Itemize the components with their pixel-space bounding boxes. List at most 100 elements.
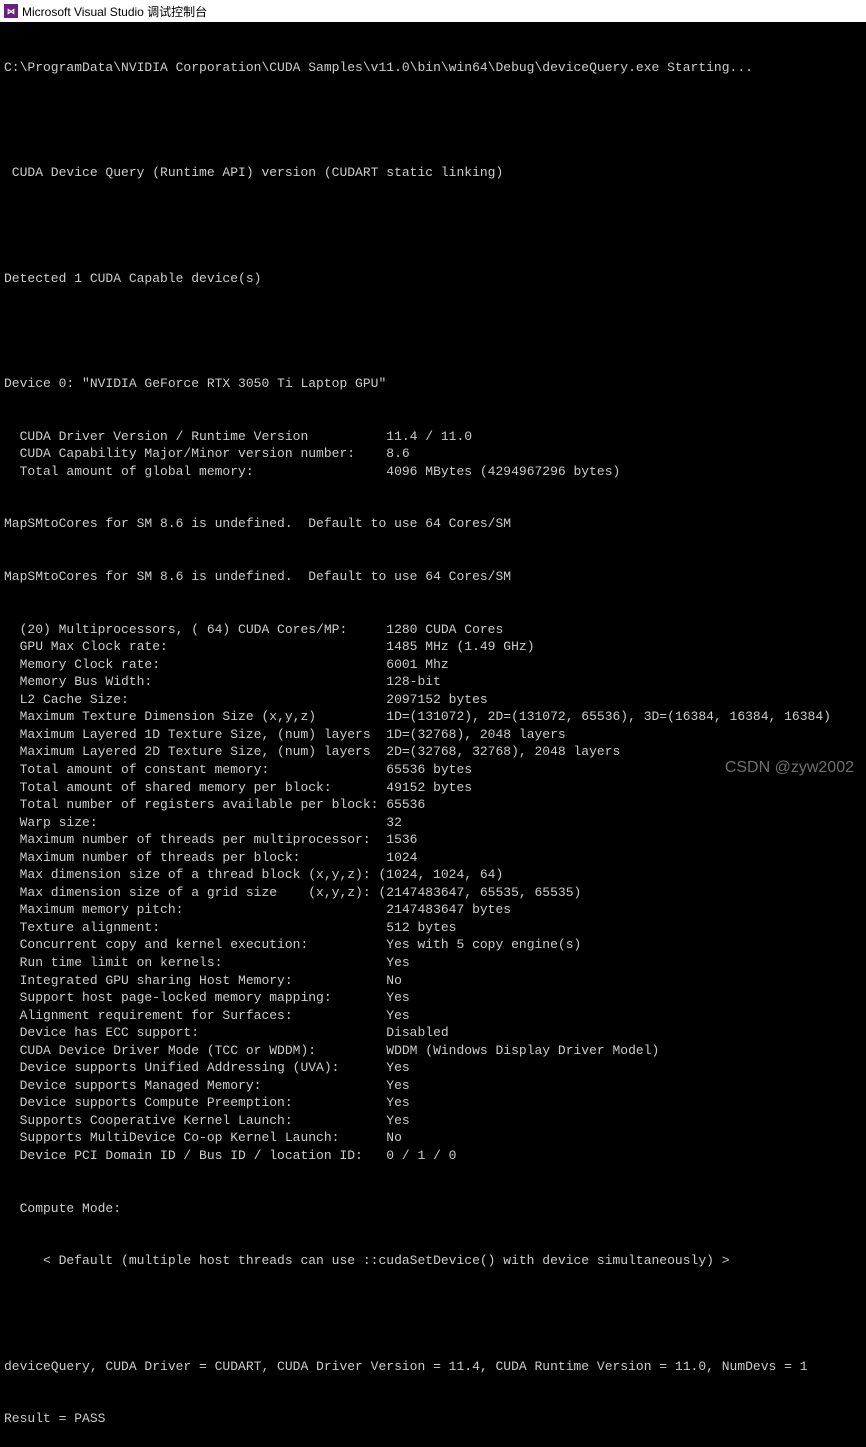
watermark: CSDN @zyw2002 — [725, 759, 854, 777]
detected-line: Detected 1 CUDA Capable device(s) — [4, 270, 862, 288]
property-row: Device supports Unified Addressing (UVA)… — [4, 1059, 862, 1077]
property-row: Maximum number of threads per block: 102… — [4, 849, 862, 867]
vs-icon: ⋈ — [4, 4, 18, 18]
property-key: Device supports Unified Addressing (UVA)… — [4, 1059, 386, 1077]
property-key: Maximum memory pitch: — [4, 901, 386, 919]
property-value: 1536 — [386, 831, 417, 849]
property-key: CUDA Device Driver Mode (TCC or WDDM): — [4, 1042, 386, 1060]
compute-mode-label: Compute Mode: — [4, 1200, 862, 1218]
property-row: Device PCI Domain ID / Bus ID / location… — [4, 1147, 862, 1165]
property-value: Yes — [386, 1112, 409, 1130]
property-key: Memory Bus Width: — [4, 673, 386, 691]
property-key: Total amount of global memory: — [4, 463, 386, 481]
property-key: Device supports Compute Preemption: — [4, 1094, 386, 1112]
property-row: Max dimension size of a thread block (x,… — [4, 866, 862, 884]
property-value: Yes — [386, 954, 409, 972]
property-value: 1D=(32768), 2048 layers — [386, 726, 565, 744]
property-key: Alignment requirement for Surfaces: — [4, 1007, 386, 1025]
property-value: No — [386, 1129, 402, 1147]
property-key: Maximum number of threads per block: — [4, 849, 386, 867]
property-key: Device PCI Domain ID / Bus ID / location… — [4, 1147, 386, 1165]
result-line: Result = PASS — [4, 1410, 862, 1428]
property-value: 8.6 — [386, 445, 409, 463]
property-value: Yes — [386, 1094, 409, 1112]
property-value: Yes with 5 copy engine(s) — [386, 936, 581, 954]
property-value: 65536 bytes — [386, 761, 472, 779]
summary-line: deviceQuery, CUDA Driver = CUDART, CUDA … — [4, 1358, 862, 1376]
property-row: (20) Multiprocessors, ( 64) CUDA Cores/M… — [4, 621, 862, 639]
property-row: Maximum memory pitch: 2147483647 bytes — [4, 901, 862, 919]
property-row: Concurrent copy and kernel execution: Ye… — [4, 936, 862, 954]
blank — [4, 322, 862, 340]
property-row: Total number of registers available per … — [4, 796, 862, 814]
property-value: 1485 MHz (1.49 GHz) — [386, 638, 534, 656]
property-value: 0 / 1 / 0 — [386, 1147, 456, 1165]
blank — [4, 112, 862, 130]
property-key: Maximum Layered 1D Texture Size, (num) l… — [4, 726, 386, 744]
property-row: Device has ECC support: Disabled — [4, 1024, 862, 1042]
property-row: Memory Clock rate: 6001 Mhz — [4, 656, 862, 674]
console-area: C:\ProgramData\NVIDIA Corporation\CUDA S… — [0, 22, 866, 1447]
property-key: Max dimension size of a grid size (x,y,z… — [4, 884, 378, 902]
blank — [4, 217, 862, 235]
property-value: No — [386, 972, 402, 990]
property-value: Yes — [386, 1007, 409, 1025]
property-key: Integrated GPU sharing Host Memory: — [4, 972, 386, 990]
property-key: Supports MultiDevice Co-op Kernel Launch… — [4, 1129, 386, 1147]
property-value: 65536 — [386, 796, 425, 814]
property-row: Max dimension size of a grid size (x,y,z… — [4, 884, 862, 902]
property-value: 49152 bytes — [386, 779, 472, 797]
property-key: Run time limit on kernels: — [4, 954, 386, 972]
property-key: Supports Cooperative Kernel Launch: — [4, 1112, 386, 1130]
header-line: CUDA Device Query (Runtime API) version … — [4, 164, 862, 182]
property-row: Maximum Layered 1D Texture Size, (num) l… — [4, 726, 862, 744]
property-row: Alignment requirement for Surfaces: Yes — [4, 1007, 862, 1025]
property-value: 32 — [386, 814, 402, 832]
warning-line: MapSMtoCores for SM 8.6 is undefined. De… — [4, 515, 862, 533]
warning-line: MapSMtoCores for SM 8.6 is undefined. De… — [4, 568, 862, 586]
property-key: (20) Multiprocessors, ( 64) CUDA Cores/M… — [4, 621, 386, 639]
blank — [4, 1305, 862, 1323]
property-value: WDDM (Windows Display Driver Model) — [386, 1042, 659, 1060]
property-value: Yes — [386, 1059, 409, 1077]
property-row: Run time limit on kernels: Yes — [4, 954, 862, 972]
property-value: 2097152 bytes — [386, 691, 487, 709]
property-key: L2 Cache Size: — [4, 691, 386, 709]
starting-line: C:\ProgramData\NVIDIA Corporation\CUDA S… — [4, 59, 862, 77]
property-key: Total amount of shared memory per block: — [4, 779, 386, 797]
property-row: Support host page-locked memory mapping:… — [4, 989, 862, 1007]
property-block-2: (20) Multiprocessors, ( 64) CUDA Cores/M… — [4, 621, 862, 1165]
property-row: GPU Max Clock rate: 1485 MHz (1.49 GHz) — [4, 638, 862, 656]
property-value: 1D=(131072), 2D=(131072, 65536), 3D=(163… — [386, 708, 831, 726]
property-row: Integrated GPU sharing Host Memory: No — [4, 972, 862, 990]
property-key: GPU Max Clock rate: — [4, 638, 386, 656]
title-bar[interactable]: ⋈ Microsoft Visual Studio 调试控制台 — [0, 0, 866, 22]
property-row: Maximum Texture Dimension Size (x,y,z) 1… — [4, 708, 862, 726]
property-value: Disabled — [386, 1024, 448, 1042]
window-title: Microsoft Visual Studio 调试控制台 — [22, 3, 207, 20]
property-value: 512 bytes — [386, 919, 456, 937]
property-value: 11.4 / 11.0 — [386, 428, 472, 446]
property-row: Device supports Compute Preemption: Yes — [4, 1094, 862, 1112]
property-row: L2 Cache Size: 2097152 bytes — [4, 691, 862, 709]
property-value: 6001 Mhz — [386, 656, 448, 674]
property-key: Support host page-locked memory mapping: — [4, 989, 386, 1007]
property-key: Concurrent copy and kernel execution: — [4, 936, 386, 954]
property-row: Supports Cooperative Kernel Launch: Yes — [4, 1112, 862, 1130]
property-value: 128-bit — [386, 673, 441, 691]
property-row: Warp size: 32 — [4, 814, 862, 832]
property-key: Device has ECC support: — [4, 1024, 386, 1042]
property-value: 1024 — [386, 849, 417, 867]
property-row: Maximum number of threads per multiproce… — [4, 831, 862, 849]
property-row: CUDA Capability Major/Minor version numb… — [4, 445, 862, 463]
property-row: Texture alignment: 512 bytes — [4, 919, 862, 937]
property-row: CUDA Driver Version / Runtime Version 11… — [4, 428, 862, 446]
property-key: Warp size: — [4, 814, 386, 832]
property-row: Supports MultiDevice Co-op Kernel Launch… — [4, 1129, 862, 1147]
compute-mode-value: < Default (multiple host threads can use… — [4, 1252, 862, 1270]
property-value: 2147483647 bytes — [386, 901, 511, 919]
property-value: 2D=(32768, 32768), 2048 layers — [386, 743, 620, 761]
property-value: 1280 CUDA Cores — [386, 621, 503, 639]
property-key: Max dimension size of a thread block (x,… — [4, 866, 378, 884]
property-key: CUDA Capability Major/Minor version numb… — [4, 445, 386, 463]
